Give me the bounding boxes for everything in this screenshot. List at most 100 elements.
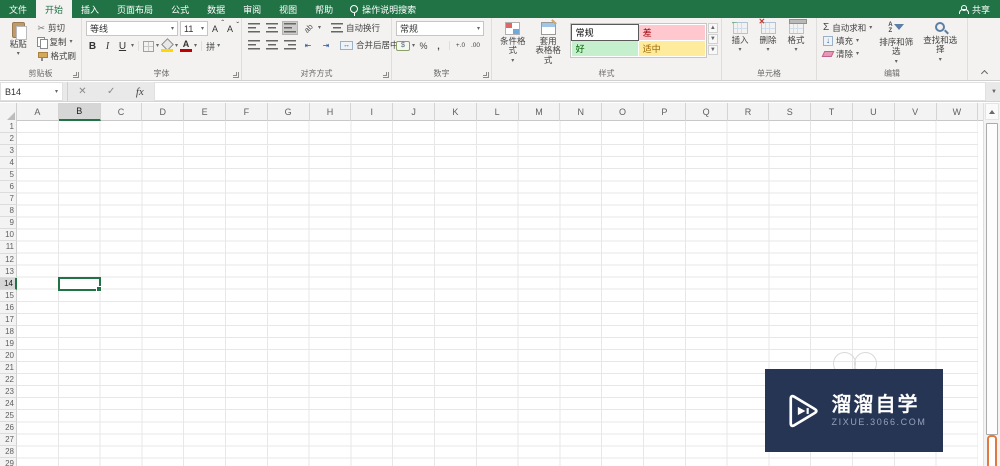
select-all-button[interactable]	[0, 103, 17, 121]
row-header[interactable]: 3	[0, 145, 17, 158]
column-header[interactable]: I	[351, 103, 394, 121]
column-header[interactable]: E	[184, 103, 226, 121]
row-header[interactable]: 19	[0, 337, 17, 350]
menu-tab[interactable]: 插入	[72, 0, 108, 18]
menu-tab[interactable]: 页面布局	[108, 0, 162, 18]
row-header[interactable]: 16	[0, 301, 17, 314]
gallery-down-button[interactable]: ▼	[707, 34, 718, 44]
row-header[interactable]: 27	[0, 434, 17, 447]
decrease-decimal-button[interactable]: .00	[469, 39, 482, 52]
row-header[interactable]: 28	[0, 446, 17, 459]
row-header[interactable]: 18	[0, 325, 17, 338]
shrink-font-button[interactable]: A	[225, 21, 239, 36]
row-header[interactable]: 29	[0, 458, 17, 466]
align-left-button[interactable]	[246, 38, 262, 52]
accounting-format-button[interactable]: $	[396, 40, 410, 51]
insert-cells-button[interactable]: ← 插入 ▾	[726, 18, 754, 54]
selected-cell[interactable]	[57, 276, 102, 292]
row-header[interactable]: 10	[0, 229, 17, 242]
phonetic-dropdown-arrow[interactable]: ▾	[217, 43, 220, 49]
sort-filter-button[interactable]: AZ 排序和筛选 ▾	[874, 21, 918, 66]
fill-color-button[interactable]	[161, 40, 174, 52]
align-top-button[interactable]	[246, 21, 262, 35]
row-header[interactable]: 14	[0, 277, 17, 290]
column-header[interactable]: J	[393, 103, 435, 121]
menu-tab[interactable]: 开始	[36, 0, 73, 18]
column-header[interactable]: V	[895, 103, 937, 121]
column-header[interactable]: B	[58, 103, 101, 121]
row-header[interactable]: 20	[0, 349, 17, 362]
share-button[interactable]: 共享	[959, 3, 990, 16]
cell-style[interactable]: 常规	[570, 24, 639, 41]
borders-dropdown-arrow[interactable]: ▾	[156, 43, 159, 49]
paste-button[interactable]: 粘贴 ▾	[4, 21, 32, 58]
name-box-dropdown-arrow[interactable]: ▾	[55, 89, 58, 95]
formula-input[interactable]	[154, 82, 986, 101]
row-header[interactable]: 25	[0, 410, 17, 423]
column-header[interactable]: L	[477, 103, 519, 121]
vertical-scrollbar[interactable]	[983, 103, 1000, 466]
grow-font-button[interactable]: A	[210, 19, 224, 36]
collapse-ribbon-button[interactable]	[981, 69, 988, 76]
formula-bar-expand-arrow[interactable]: ▼	[988, 82, 1000, 101]
row-header[interactable]: 1	[0, 121, 17, 134]
fill-color-dropdown-arrow[interactable]: ▾	[175, 43, 178, 49]
clipboard-dialog-launcher[interactable]	[73, 72, 79, 78]
underline-dropdown-arrow[interactable]: ▾	[131, 43, 134, 49]
increase-decimal-button[interactable]: +.0	[454, 39, 467, 52]
number-dialog-launcher[interactable]	[483, 72, 489, 78]
underline-button[interactable]: U	[116, 39, 129, 53]
row-header[interactable]: 12	[0, 253, 17, 266]
conditional-formatting-button[interactable]: 条件格式 ▾	[496, 21, 530, 65]
column-header[interactable]: A	[17, 103, 59, 121]
column-header[interactable]: G	[268, 103, 310, 121]
font-name-combo[interactable]: 等线 ▾	[86, 21, 178, 36]
cell-style[interactable]: 适中	[638, 41, 705, 56]
row-header[interactable]: 11	[0, 241, 17, 254]
cancel-icon[interactable]: ✕	[78, 86, 86, 97]
column-header[interactable]: M	[519, 103, 561, 121]
row-header[interactable]: 22	[0, 373, 17, 387]
scrollbar-bottom-marker[interactable]	[987, 435, 997, 466]
copy-button[interactable]: 复制 ▾	[35, 35, 78, 49]
fill-button[interactable]: ↓ 填充 ▾	[821, 34, 874, 47]
format-cells-button[interactable]: 格式 ▾	[782, 19, 810, 54]
menu-tab[interactable]: 审阅	[234, 0, 270, 18]
paste-dropdown-arrow[interactable]: ▾	[17, 51, 20, 57]
format-painter-button[interactable]: 格式刷	[35, 49, 78, 63]
decrease-indent-button[interactable]: ⇤	[300, 38, 316, 52]
row-header[interactable]: 23	[0, 386, 17, 399]
column-header[interactable]: S	[769, 103, 812, 121]
row-header[interactable]: 15	[0, 289, 17, 302]
column-header[interactable]: T	[811, 103, 853, 121]
format-as-table-button[interactable]: 套用 表格格式	[530, 21, 567, 66]
align-middle-button[interactable]	[264, 21, 280, 35]
find-select-button[interactable]: 查找和选择 ▾	[918, 21, 962, 64]
font-dialog-launcher[interactable]	[233, 72, 239, 78]
align-right-button[interactable]	[282, 38, 298, 52]
cell-style[interactable]: 好	[571, 41, 638, 56]
align-bottom-button[interactable]	[282, 21, 298, 35]
scrollbar-thumb[interactable]	[986, 123, 998, 435]
borders-button[interactable]	[143, 40, 155, 52]
column-header[interactable]: C	[101, 103, 143, 121]
comma-style-button[interactable]: ,	[432, 39, 445, 52]
tell-me-search[interactable]: 操作说明搜索	[342, 0, 424, 18]
column-header[interactable]: R	[728, 103, 770, 121]
font-size-combo[interactable]: 11 ▾	[180, 21, 208, 36]
gallery-up-button[interactable]: ▲	[707, 23, 718, 33]
row-header[interactable]: 8	[0, 205, 17, 218]
delete-cells-button[interactable]: ✕ 删除 ▾	[754, 18, 782, 54]
scroll-up-button[interactable]	[985, 103, 999, 120]
name-box[interactable]: B14 ▾	[0, 82, 63, 101]
row-header[interactable]: 6	[0, 181, 17, 194]
column-header[interactable]: W	[937, 103, 979, 121]
row-header[interactable]: 17	[0, 313, 17, 326]
column-header[interactable]: N	[560, 103, 603, 121]
row-header[interactable]: 9	[0, 217, 17, 230]
column-header[interactable]: K	[435, 103, 477, 121]
menu-tab[interactable]: 视图	[270, 0, 306, 18]
percent-style-button[interactable]: %	[417, 39, 430, 52]
increase-indent-button[interactable]: ⇥	[318, 38, 334, 52]
row-header[interactable]: 21	[0, 361, 17, 374]
